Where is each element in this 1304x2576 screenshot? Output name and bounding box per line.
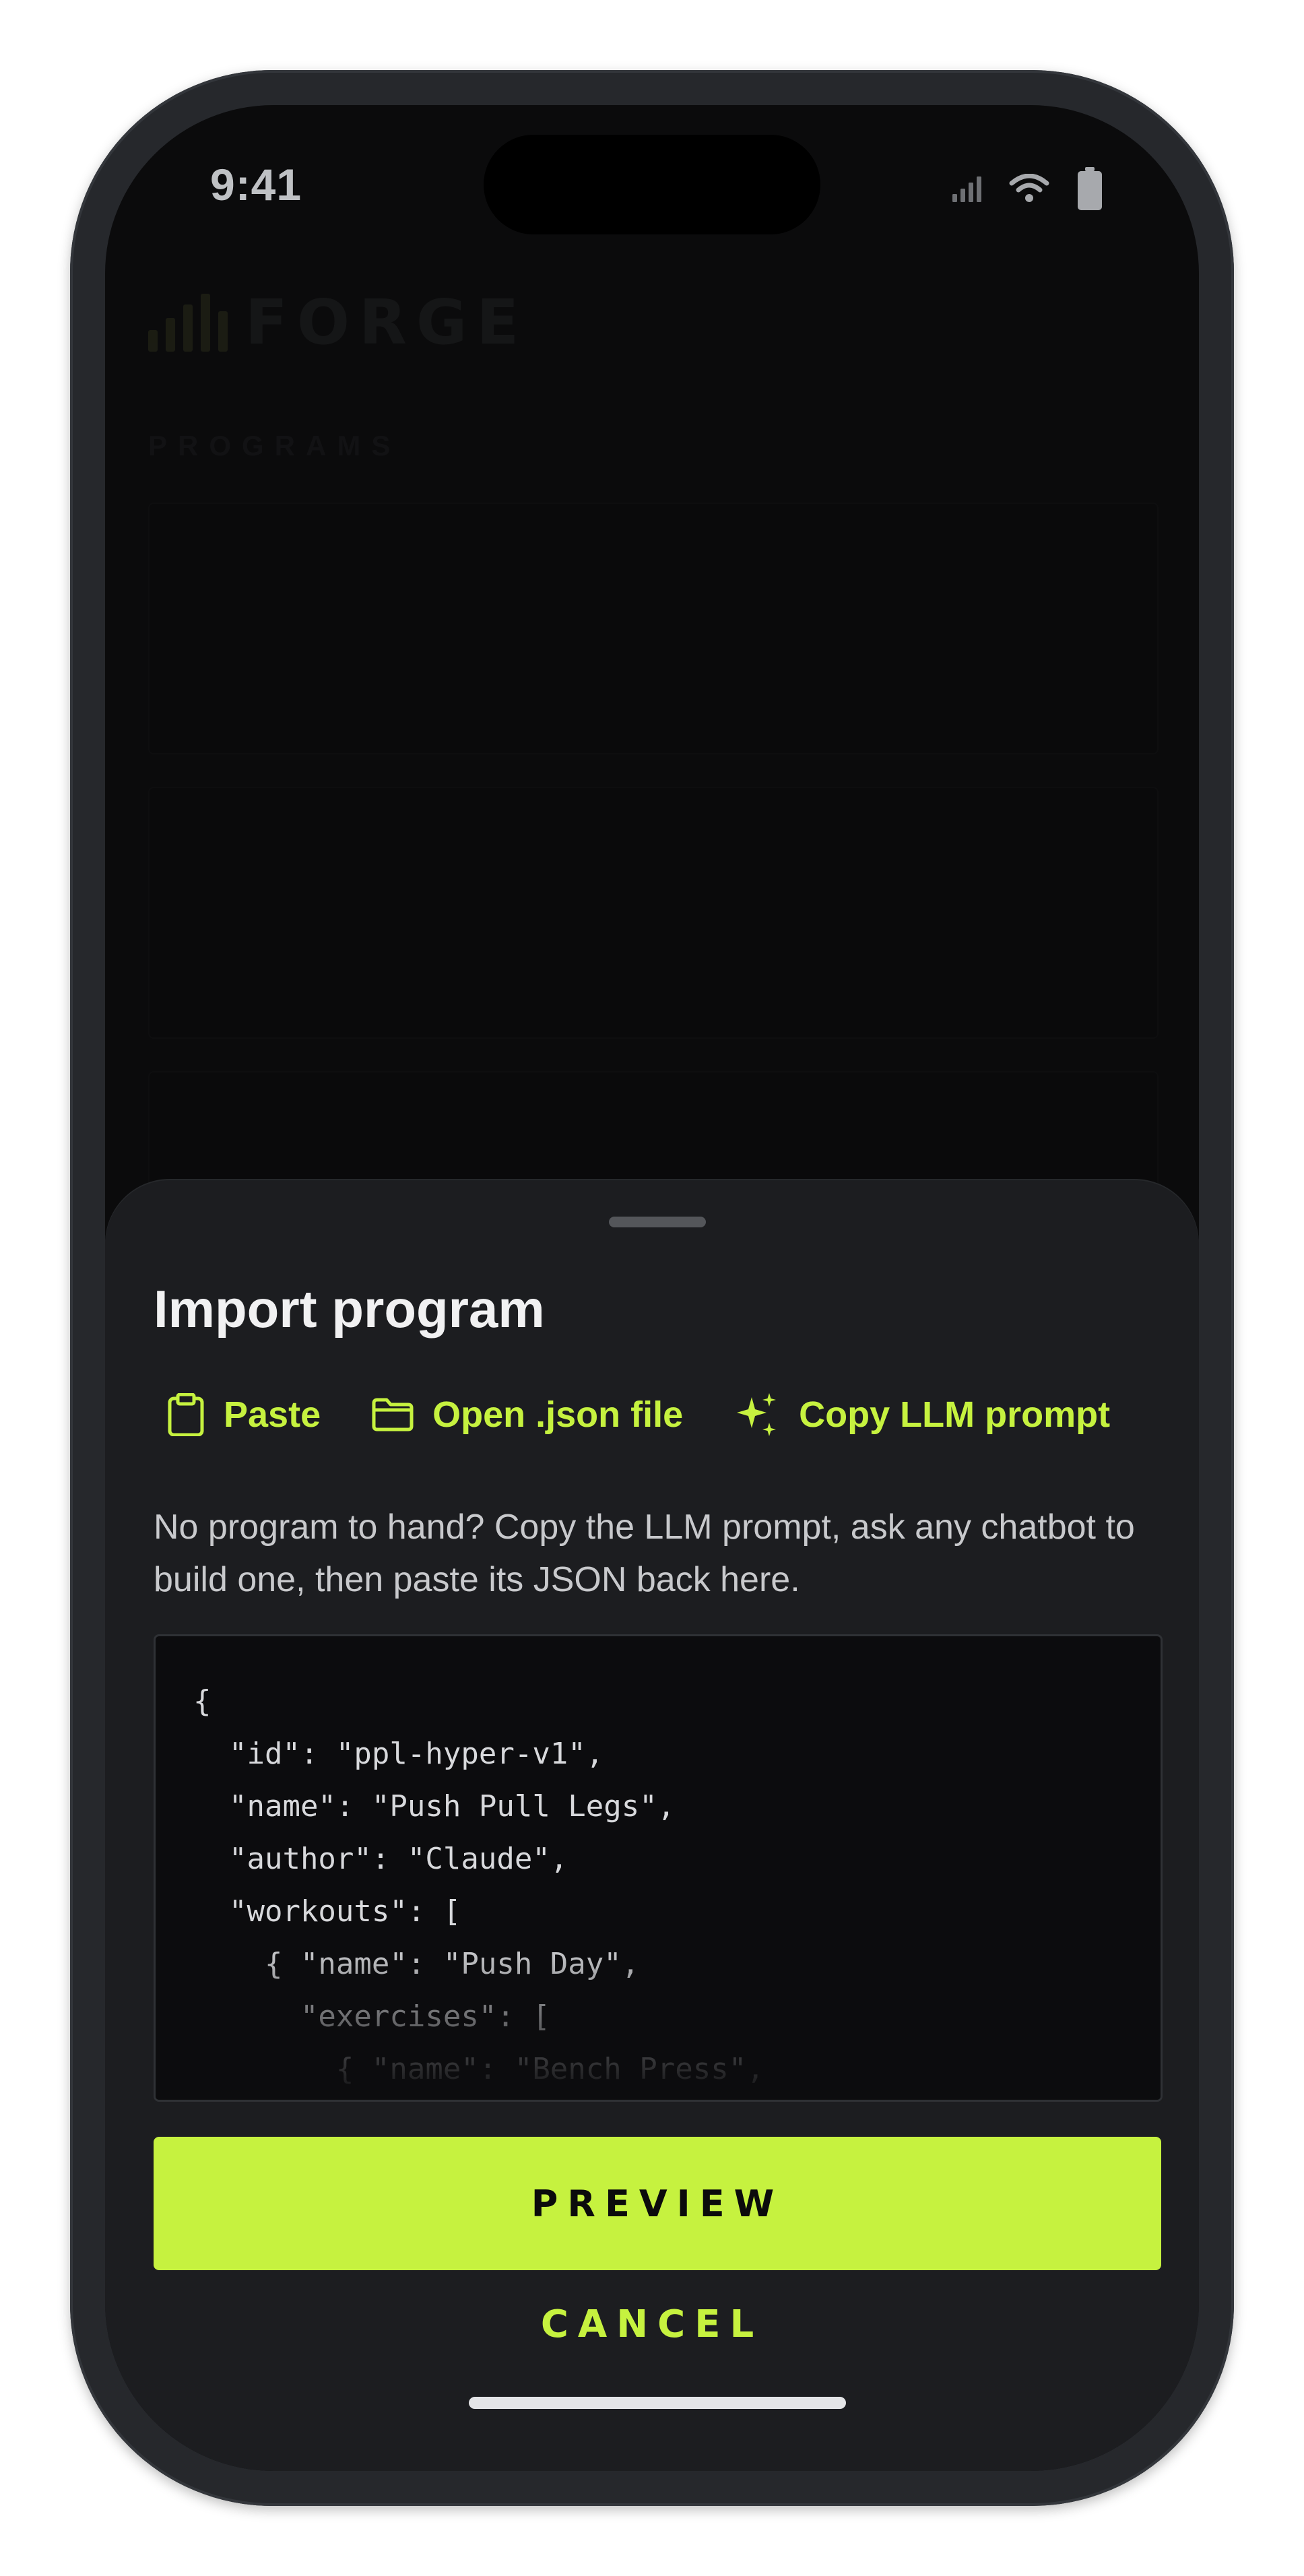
import-sheet: Import program Paste Open .json file Cop… (105, 1180, 1199, 2471)
open-json-file-button[interactable]: Open .json file (372, 1394, 683, 1436)
preview-button[interactable]: PREVIEW (154, 2137, 1161, 2270)
app-logo: FORGE (148, 286, 529, 358)
helper-text: No program to hand? Copy the LLM prompt,… (154, 1508, 1135, 1599)
home-indicator[interactable] (469, 2397, 846, 2409)
phone-frame: 9:41 FORGE PROGRAMS Import program Paste… (70, 70, 1234, 2506)
sparkles-icon (737, 1393, 777, 1436)
json-input[interactable]: { "id": "ppl-hyper-v1", "name": "Push Pu… (154, 1634, 1163, 2102)
bar-chart-icon (148, 294, 228, 352)
copy-llm-prompt-label: Copy LLM prompt (799, 1394, 1111, 1435)
sheet-title: Import program (154, 1279, 545, 1339)
cancel-button[interactable]: CANCEL (105, 2303, 1199, 2346)
sheet-grabber[interactable] (609, 1217, 706, 1227)
import-actions: Paste Open .json file Copy LLM prompt (167, 1392, 1161, 1438)
programs-section-label: PROGRAMS (148, 430, 401, 461)
open-json-file-label: Open .json file (432, 1394, 684, 1435)
clipboard-icon (168, 1393, 204, 1436)
app-name: FORGE (245, 286, 529, 358)
program-card (148, 787, 1159, 1039)
folder-icon (372, 1398, 414, 1431)
paste-label: Paste (224, 1394, 321, 1435)
program-card (148, 503, 1159, 754)
json-input-value[interactable]: { "id": "ppl-hyper-v1", "name": "Push Pu… (156, 1636, 1161, 2096)
phone-screen: 9:41 FORGE PROGRAMS Import program Paste… (105, 105, 1199, 2471)
paste-button[interactable]: Paste (167, 1393, 321, 1436)
copy-llm-prompt-button[interactable]: Copy LLM prompt (734, 1392, 1110, 1438)
